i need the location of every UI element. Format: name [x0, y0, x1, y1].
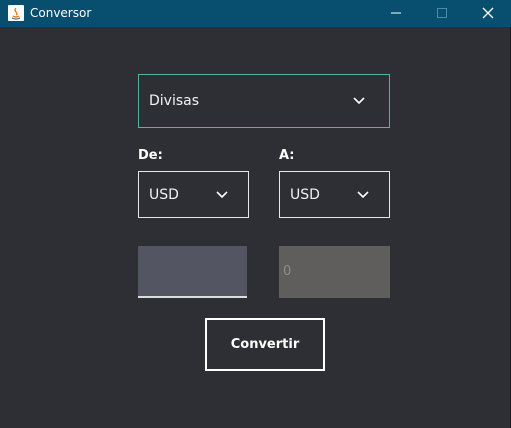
- to-currency-select[interactable]: USD: [279, 171, 390, 218]
- close-icon: [482, 7, 494, 19]
- result-field: 0: [279, 246, 390, 298]
- window-title: Conversor: [30, 6, 92, 20]
- to-currency-value: USD: [290, 187, 320, 203]
- category-select-value: Divisas: [149, 93, 200, 109]
- chevron-down-icon: [353, 97, 365, 105]
- convert-button[interactable]: Convertir: [205, 318, 325, 371]
- chevron-down-icon: [216, 191, 228, 199]
- chevron-down-icon: [357, 191, 369, 199]
- result-value: 0: [283, 264, 292, 279]
- from-label: De:: [138, 148, 163, 163]
- title-bar[interactable]: Conversor: [0, 0, 511, 27]
- to-label: A:: [279, 148, 295, 163]
- maximize-icon: [437, 8, 447, 18]
- from-currency-value: USD: [149, 187, 179, 203]
- category-select[interactable]: Divisas: [138, 74, 390, 128]
- maximize-button[interactable]: [419, 0, 465, 27]
- minimize-icon: [391, 12, 401, 14]
- close-button[interactable]: [465, 0, 511, 27]
- from-currency-select[interactable]: USD: [138, 171, 249, 218]
- amount-input[interactable]: [138, 246, 247, 298]
- java-app-icon: [8, 5, 24, 21]
- minimize-button[interactable]: [373, 0, 419, 27]
